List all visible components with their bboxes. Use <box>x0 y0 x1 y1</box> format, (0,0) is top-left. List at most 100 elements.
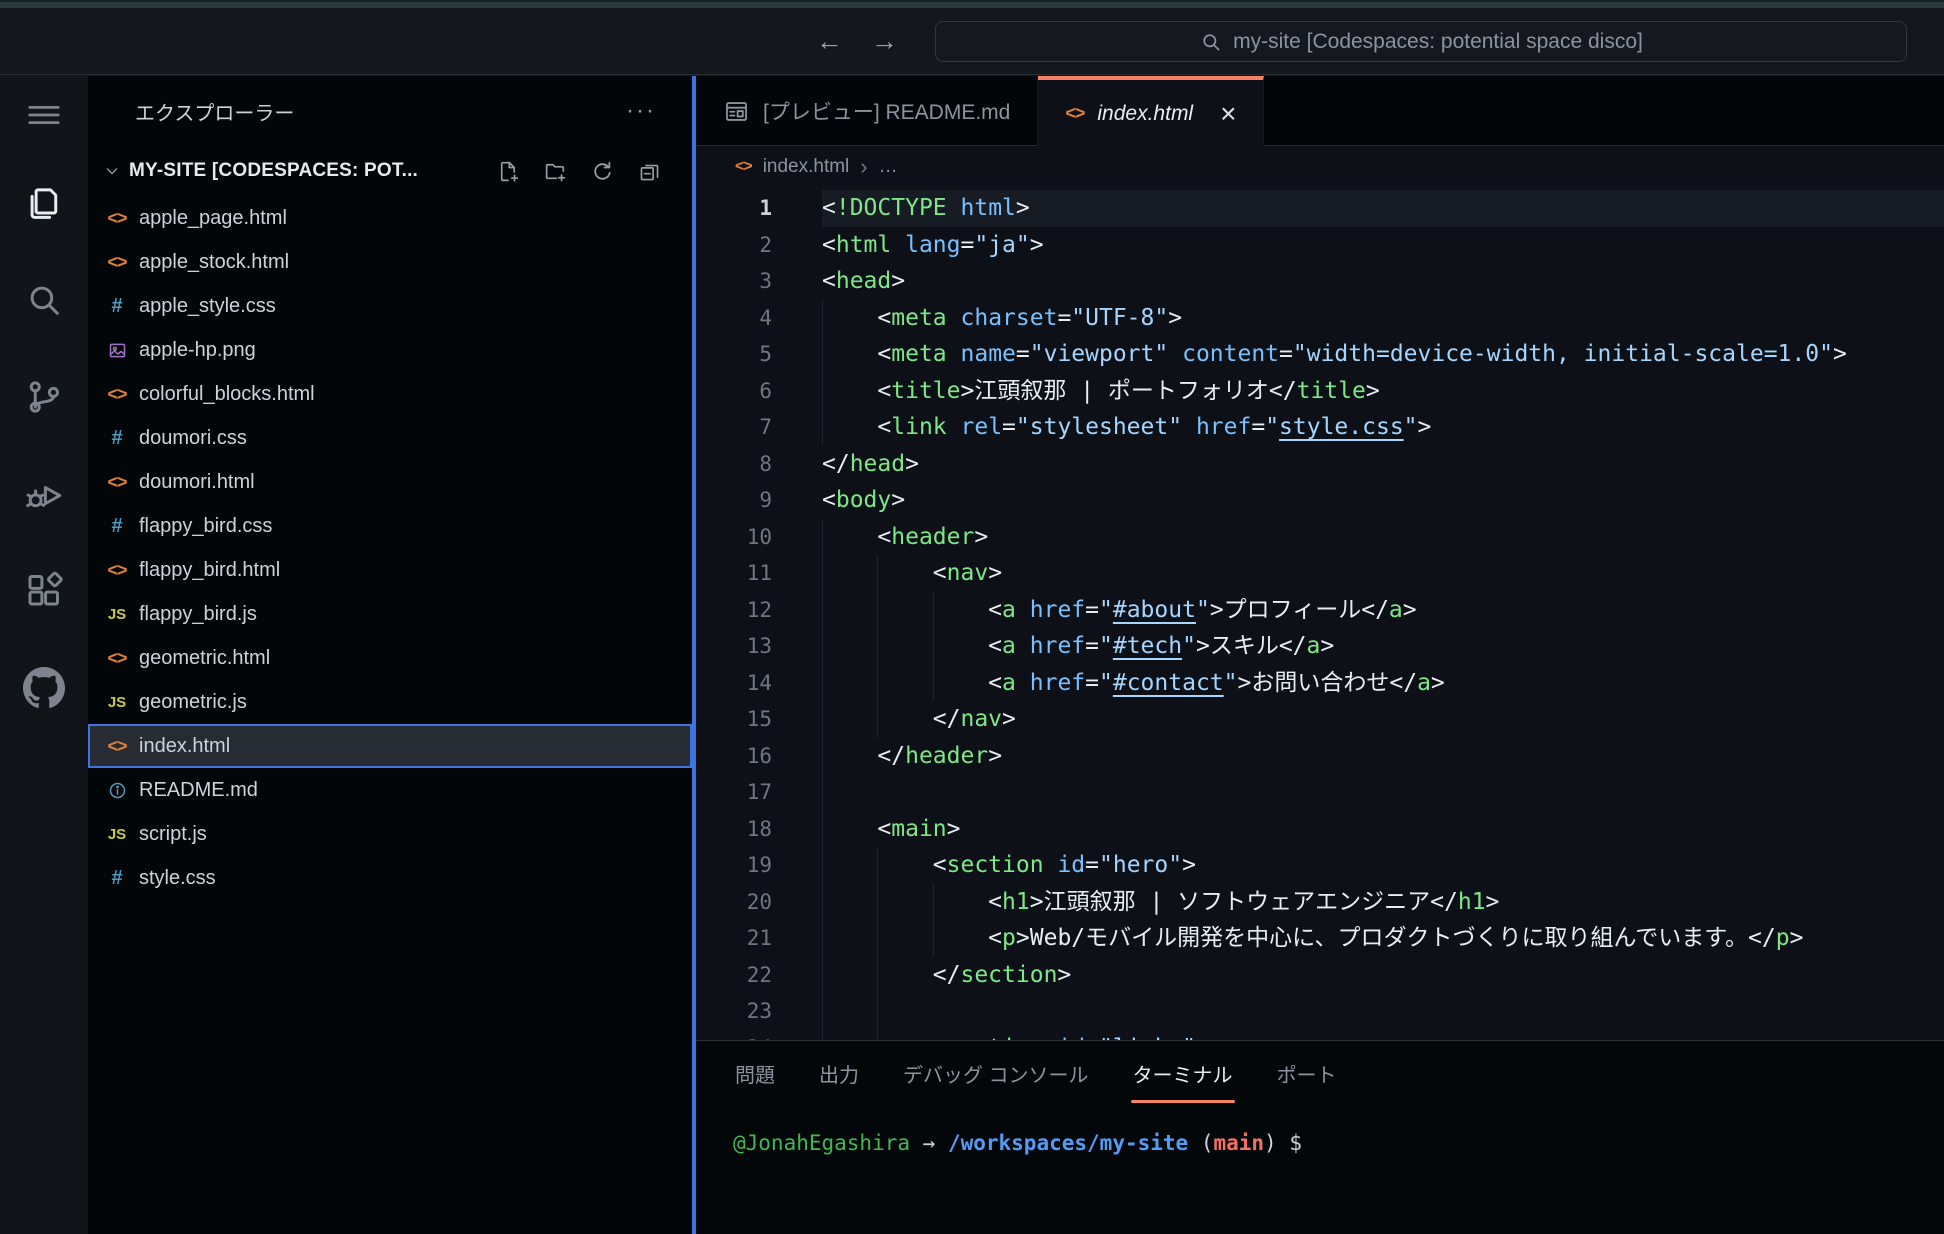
tree-item-apple-hp.png[interactable]: apple-hp.png <box>88 328 692 372</box>
line-number: 18 <box>696 811 772 848</box>
code-line-3: 3<head> <box>696 263 1944 300</box>
html-icon: <> <box>1065 103 1084 124</box>
code-line-1: 1<!DOCTYPE html> <box>696 190 1944 227</box>
line-number: 4 <box>696 300 772 337</box>
history-navigation: ← → <box>816 8 898 74</box>
activity-bar <box>0 76 88 1234</box>
file-name: README.md <box>139 779 258 802</box>
line-number: 23 <box>696 993 772 1030</box>
code-line-12: 12 <a href="#about">プロフィール</a> <box>696 592 1944 629</box>
source-control-view-button[interactable] <box>0 348 88 445</box>
code-line-7: 7 <link rel="stylesheet" href="style.css… <box>696 409 1944 446</box>
tree-item-flappy_bird.html[interactable]: <>flappy_bird.html <box>88 548 692 592</box>
extensions-view-button[interactable] <box>0 542 88 639</box>
tab-readme-preview[interactable]: [プレビュー] README.md <box>696 76 1038 146</box>
breadcrumb-file[interactable]: index.html <box>763 156 850 178</box>
tree-item-flappy_bird.js[interactable]: JSflappy_bird.js <box>88 592 692 636</box>
new-folder-icon <box>543 159 568 184</box>
refresh-explorer-button[interactable] <box>590 159 615 184</box>
more-actions-icon[interactable]: ··· <box>626 97 656 125</box>
tree-item-doumori.css[interactable]: #doumori.css <box>88 416 692 460</box>
vscode-workbench: ← → my-site [Codespaces: potential space… <box>0 0 1944 1234</box>
code-line-content <box>822 993 1944 1030</box>
tree-item-README.md[interactable]: README.md <box>88 768 692 812</box>
explorer-view-button[interactable] <box>0 154 88 251</box>
tree-item-apple_style.css[interactable]: #apple_style.css <box>88 284 692 328</box>
tree-item-apple_stock.html[interactable]: <>apple_stock.html <box>88 240 692 284</box>
tree-item-script.js[interactable]: JSscript.js <box>88 812 692 856</box>
forward-arrow-button[interactable]: → <box>871 28 898 55</box>
code-line-content: <html lang="ja"> <box>822 227 1944 264</box>
image-file-icon <box>102 340 132 361</box>
code-line-content: <p>Web/モバイル開発を中心に、プロダクトづくりに取り組んでいます。</p> <box>822 920 1944 957</box>
tree-item-apple_page.html[interactable]: <> apple_page.html <box>88 196 692 240</box>
panel-tab-output[interactable]: 出力 <box>817 1041 861 1105</box>
close-tab-icon[interactable]: × <box>1220 100 1236 128</box>
css-file-icon: # <box>102 295 132 318</box>
panel-tabs: 問題出力デバッグ コンソールターミナルポート <box>733 1041 1944 1105</box>
run-debug-icon <box>23 473 65 515</box>
file-tree: <>apple_page.html<>apple_stock.html#appl… <box>88 196 692 1234</box>
editor-tabs: [プレビュー] README.md<>index.html× <box>696 76 1944 146</box>
github-view-button[interactable] <box>0 639 88 736</box>
tree-item-flappy_bird.css[interactable]: #flappy_bird.css <box>88 504 692 548</box>
tree-item-geometric.js[interactable]: JSgeometric.js <box>88 680 692 724</box>
js-file-icon: JS <box>102 694 132 711</box>
code-line-8: 8</head> <box>696 446 1944 483</box>
command-center-search[interactable]: my-site [Codespaces: potential space dis… <box>935 21 1907 62</box>
panel-tab-problems[interactable]: 問題 <box>733 1041 777 1105</box>
code-line-10: 10 <header> <box>696 519 1944 556</box>
line-number: 14 <box>696 665 772 702</box>
breadcrumb-separator-icon: › <box>860 154 867 180</box>
new-file-icon <box>496 159 521 184</box>
code-line-content: <meta charset="UTF-8"> <box>822 300 1944 337</box>
explorer-title: エクスプローラー <box>135 97 294 126</box>
tree-item-style.css[interactable]: #style.css <box>88 856 692 900</box>
tree-actions <box>496 159 662 184</box>
menu-button[interactable] <box>0 76 88 154</box>
line-number: 11 <box>696 555 772 592</box>
html-file-icon: <> <box>102 208 132 229</box>
line-number: 8 <box>696 446 772 483</box>
tree-item-colorful_blocks.html[interactable]: <>colorful_blocks.html <box>88 372 692 416</box>
code-line-20: 20 <h1>江頭叙那 | ソフトウェアエンジニア</h1> <box>696 884 1944 921</box>
html-file-icon: <> <box>102 472 132 493</box>
panel-tab-ports[interactable]: ポート <box>1275 1041 1339 1105</box>
breadcrumb-more[interactable]: … <box>879 156 898 178</box>
code-line-5: 5 <meta name="viewport" content="width=d… <box>696 336 1944 373</box>
tree-item-doumori.html[interactable]: <>doumori.html <box>88 460 692 504</box>
code-line-content: </section> <box>822 957 1944 994</box>
explorer-sidebar: エクスプローラー ··· MY-SITE [CODESPACES: POT...… <box>88 76 692 1234</box>
code-line-content: <title>江頭叙那 | ポートフォリオ</title> <box>822 373 1944 410</box>
new-file-button[interactable] <box>496 159 521 184</box>
new-folder-button[interactable] <box>543 159 568 184</box>
refresh-icon <box>590 159 615 184</box>
collapse-folders-button[interactable] <box>637 159 662 184</box>
workspace-section-header[interactable]: MY-SITE [CODESPACES: POT... <box>88 146 692 196</box>
terminal-prompt: @JonahEgashira → /workspaces/my-site (ma… <box>733 1131 1944 1155</box>
code-line-content: <link rel="stylesheet" href="style.css"> <box>822 409 1944 446</box>
workspace-section-label: MY-SITE [CODESPACES: POT... <box>129 160 418 182</box>
search-view-button[interactable] <box>0 251 88 348</box>
code-line-17: 17 <box>696 774 1944 811</box>
command-center-label: my-site [Codespaces: potential space dis… <box>1233 30 1643 54</box>
html-file-icon: <> <box>735 158 752 176</box>
collapse-all-icon <box>637 159 662 184</box>
panel-tab-terminal[interactable]: ターミナル <box>1131 1041 1235 1105</box>
line-number: 7 <box>696 409 772 446</box>
line-number: 19 <box>696 847 772 884</box>
github-icon <box>23 667 65 709</box>
back-arrow-button[interactable]: ← <box>816 28 843 55</box>
code-line-content <box>822 774 1944 811</box>
code-line-14: 14 <a href="#contact">お問い合わせ</a> <box>696 665 1944 702</box>
terminal[interactable]: @JonahEgashira → /workspaces/my-site (ma… <box>733 1131 1944 1155</box>
markdown-preview-icon <box>723 98 750 125</box>
code-editor[interactable]: 1<!DOCTYPE html>2<html lang="ja">3<head>… <box>696 188 1944 1040</box>
tree-item-geometric.html[interactable]: <>geometric.html <box>88 636 692 680</box>
tree-item-index.html[interactable]: <>index.html <box>88 724 692 768</box>
run-debug-view-button[interactable] <box>0 445 88 542</box>
tab-index-html[interactable]: <>index.html× <box>1038 76 1264 147</box>
panel-tab-debug-console[interactable]: デバッグ コンソール <box>901 1041 1091 1105</box>
file-name: apple_page.html <box>139 207 287 230</box>
code-line-15: 15 </nav> <box>696 701 1944 738</box>
